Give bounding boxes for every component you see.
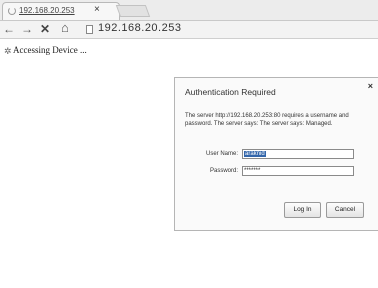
home-icon[interactable]: ⌂ [61,21,69,35]
new-tab-button[interactable] [115,5,151,17]
stop-icon[interactable]: ✕ [40,22,50,36]
login-button[interactable]: Log In [284,202,321,218]
username-field[interactable]: araknid [242,149,354,159]
address-bar[interactable]: 192.168.20.253 [98,22,181,34]
tab-title: 192.168.20.253 [19,6,75,15]
username-label: User Name: [205,151,238,157]
cancel-button[interactable]: Cancel [326,202,364,218]
password-label: Password: [209,168,238,174]
loading-spinner-icon [8,7,16,15]
tab-close-icon[interactable]: × [94,4,100,15]
username-value: araknid [244,151,266,157]
tab-strip: 192.168.20.253 × [0,0,378,21]
dialog-message: The server http://192.168.20.253:80 requ… [185,113,349,127]
password-field[interactable]: ******* [242,166,354,176]
back-icon[interactable]: ← [3,22,15,36]
browser-tab[interactable]: 192.168.20.253 × [2,2,120,20]
loading-icon: ✲ [4,46,12,56]
loading-text: Accessing Device ... [13,45,87,55]
page-content: ✲ Accessing Device ... Authentication Re… [0,39,378,288]
auth-dialog: Authentication Required × The server htt… [174,77,378,231]
forward-icon[interactable]: → [21,22,33,36]
dialog-close-icon[interactable]: × [368,81,373,91]
dialog-title: Authentication Required [185,87,276,97]
page-icon [86,25,93,34]
browser-toolbar: ← → ✕ ⌂ 192.168.20.253 [0,21,378,39]
